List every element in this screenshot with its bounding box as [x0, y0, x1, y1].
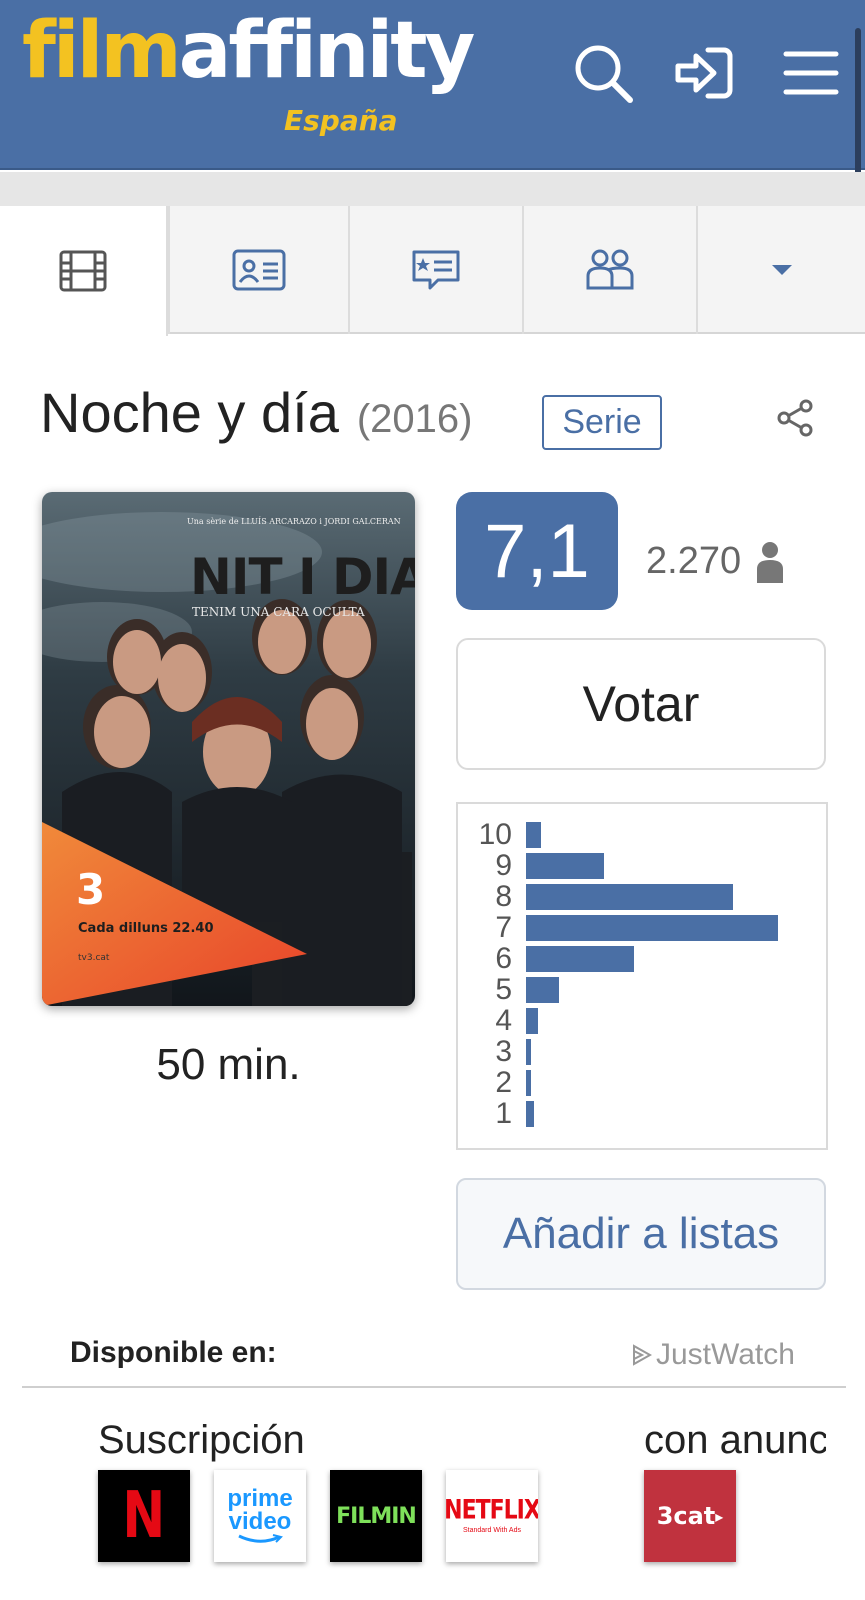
duration: 50 min. [156, 1040, 301, 1089]
subscription-label: Suscripción [98, 1418, 305, 1462]
histogram-bar [526, 822, 541, 848]
histogram-label: 8 [495, 880, 512, 913]
provider-filmin[interactable]: FILMIN [330, 1470, 422, 1562]
histogram-label: 3 [495, 1035, 512, 1068]
film-icon [59, 250, 107, 292]
search-icon[interactable] [570, 40, 636, 106]
dropdown-caret-icon [771, 265, 792, 275]
divider [22, 1386, 846, 1388]
justwatch-text: JustWatch [656, 1338, 795, 1371]
poster-image[interactable]: Una sèrie de LLUÍS ARCARAZO i JORDI GALC… [42, 492, 415, 1006]
histogram-label: 4 [495, 1004, 512, 1037]
type-badge: Serie [542, 395, 662, 450]
ads-label: con anunc [644, 1418, 826, 1462]
histogram-label: 2 [495, 1066, 512, 1099]
poster-channel: 3 [76, 865, 105, 914]
histogram-bar [526, 977, 559, 1003]
filmaffinity-logo[interactable]: filmaffinity España [22, 12, 475, 137]
release-year: (2016) [356, 397, 473, 441]
histogram-bar [526, 915, 778, 941]
histogram-label: 1 [495, 1097, 512, 1130]
poster-tagline: TENIM UNA CARA OCULTA [192, 605, 365, 619]
vote-button[interactable]: Votar [456, 638, 826, 770]
provider-prime-video[interactable]: prime video [214, 1470, 306, 1562]
provider-3cat[interactable]: 3cat ▸ [644, 1470, 736, 1562]
histogram-bar [526, 853, 604, 879]
logo-film-text: film [22, 6, 182, 96]
histogram-label: 6 [495, 942, 512, 975]
vote-count: 2.270 [646, 540, 785, 583]
login-icon[interactable] [672, 40, 738, 106]
histogram-bar [526, 1070, 531, 1096]
histogram-label: 9 [495, 849, 512, 882]
vote-count-value: 2.270 [646, 540, 742, 582]
tab-details[interactable] [168, 206, 348, 334]
netflix-logo: N [122, 1479, 166, 1553]
netflix-ads-sub: Standard With Ads [463, 1527, 521, 1534]
title-row: Noche y día (2016) [40, 380, 472, 460]
menu-icon[interactable] [778, 40, 844, 106]
3cat-arrow-icon: ▸ [715, 1506, 724, 1526]
section-tabs [0, 206, 865, 336]
provider-netflix[interactable]: N [98, 1470, 190, 1562]
availability-title: Disponible en: [70, 1336, 277, 1369]
logo-country: España [284, 104, 398, 137]
netflix-ads-logo: NETFLIX [446, 1495, 538, 1526]
histogram-bar [526, 884, 733, 910]
site-header: filmaffinity España [0, 0, 865, 178]
justwatch-logo[interactable]: JustWatch [632, 1338, 795, 1372]
poster-title: NIT I DIA [190, 548, 415, 606]
poster-credit: Una sèrie de LLUÍS ARCARAZO i JORDI GALC… [187, 517, 401, 526]
users-icon [586, 249, 634, 290]
histogram-bar [526, 1008, 538, 1034]
id-card-icon [232, 249, 286, 291]
histogram-label: 7 [495, 911, 512, 944]
review-icon [412, 250, 460, 290]
prime-line2: video [228, 1508, 292, 1535]
poster-schedule: Cada dilluns 22.40 [78, 921, 213, 936]
logo-affinity-text: affinity [178, 6, 476, 96]
tab-users[interactable] [522, 206, 696, 334]
user-icon [757, 541, 784, 583]
justwatch-play-icon [633, 1344, 652, 1366]
histogram-label: 5 [495, 973, 512, 1006]
header-spacer [0, 172, 865, 206]
poster-site: tv3.cat [78, 953, 110, 963]
histogram-label: 10 [478, 818, 512, 851]
tab-more[interactable] [696, 206, 865, 334]
histogram-bar [526, 946, 634, 972]
histogram-bar [526, 1101, 534, 1127]
share-icon[interactable] [776, 398, 816, 443]
prime-smile-icon [238, 1533, 283, 1543]
page-title: Noche y día [40, 381, 339, 444]
filmin-logo: FILMIN [336, 1503, 417, 1529]
average-rating: 7,1 [456, 492, 618, 610]
rating-histogram: 10 9 8 7 6 5 4 3 2 1 [456, 802, 828, 1150]
histogram-bar [526, 1039, 531, 1065]
tab-film[interactable] [0, 206, 168, 336]
3cat-logo: 3cat [656, 1502, 716, 1530]
page-scrollbar[interactable] [855, 28, 861, 178]
tab-reviews[interactable] [348, 206, 522, 334]
provider-netflix-ads[interactable]: NETFLIX Standard With Ads [446, 1470, 538, 1562]
add-to-lists-button[interactable]: Añadir a listas [456, 1178, 826, 1290]
